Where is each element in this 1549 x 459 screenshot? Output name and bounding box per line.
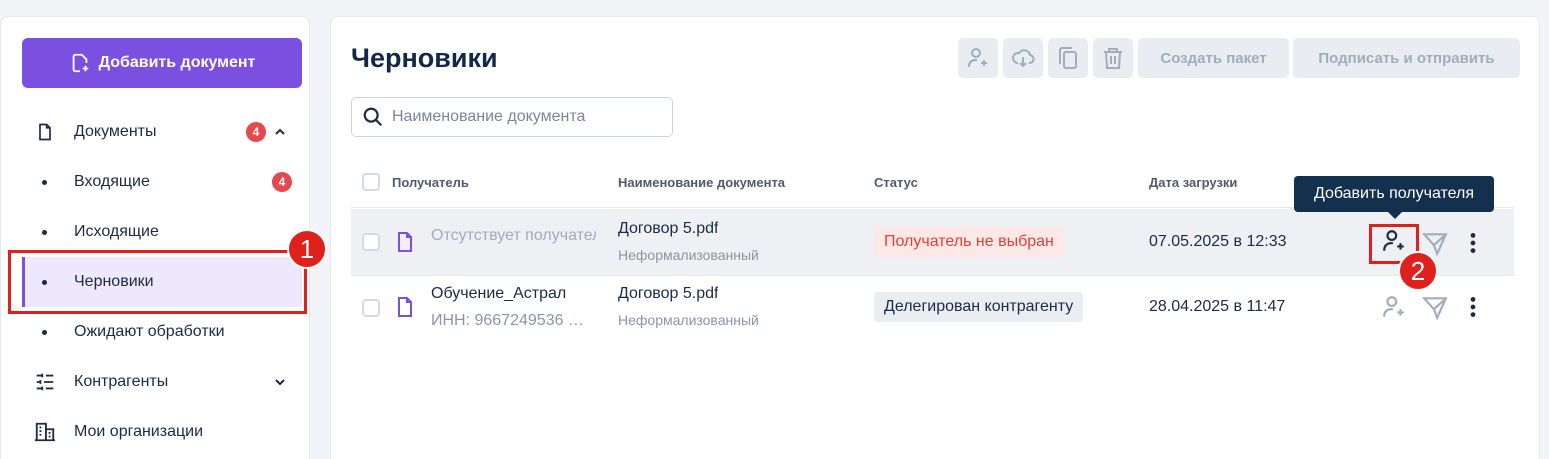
sidebar-item-label: Исходящие — [74, 223, 159, 240]
add-document-button[interactable]: Добавить документ — [22, 38, 302, 88]
page-title: Черновики — [351, 43, 498, 73]
upload-date: 07.05.2025 в 12:33 — [1149, 233, 1287, 250]
document-icon — [34, 121, 56, 143]
search-icon — [363, 107, 383, 127]
document-name[interactable]: Договор 5.pdf — [618, 285, 718, 303]
document-type: Неформализованный — [618, 247, 759, 263]
sidebar-item-label: Контрагенты — [74, 373, 169, 390]
add-recipient-icon — [1383, 296, 1404, 317]
sidebar-item-label: Входящие — [74, 173, 150, 190]
search-input[interactable] — [392, 108, 662, 126]
sidebar: Добавить документ Документы 4 Входящие 4… — [0, 16, 310, 459]
row-checkbox[interactable] — [362, 233, 380, 251]
column-header-document-name[interactable]: Наименование документа — [618, 175, 785, 190]
create-package-button[interactable]: Создать пакет — [1138, 38, 1289, 78]
sidebar-item-label: Ожидают обработки — [74, 323, 225, 340]
recipient-inn: ИНН: 9667249536 … — [431, 312, 584, 329]
more-options-button[interactable] — [1459, 229, 1487, 257]
counterparties-icon — [34, 371, 56, 393]
callout-frame-1 — [8, 250, 307, 314]
add-recipient-icon — [968, 48, 987, 67]
row-checkbox[interactable] — [362, 299, 380, 317]
documents-count-badge: 4 — [246, 122, 266, 142]
column-header-status[interactable]: Статус — [874, 175, 918, 190]
status-badge: Делегирован контрагенту — [874, 292, 1084, 322]
cloud-download-icon — [1012, 49, 1035, 68]
more-vertical-icon — [1470, 297, 1476, 317]
delete-button[interactable] — [1093, 38, 1133, 78]
sign-and-send-button[interactable]: Подписать и отправить — [1293, 38, 1520, 78]
building-icon — [34, 421, 56, 443]
more-options-button[interactable] — [1459, 293, 1487, 321]
bullet — [42, 179, 47, 185]
document-type: Неформализованный — [618, 312, 759, 328]
send-button[interactable] — [1421, 293, 1449, 321]
callout-number-1: 1 — [287, 229, 327, 269]
file-add-icon — [72, 53, 88, 73]
sidebar-item-label: Документы — [74, 123, 157, 140]
chevron-up-icon[interactable] — [274, 126, 286, 138]
sidebar-item-documents[interactable]: Документы 4 — [22, 107, 302, 157]
main-panel: Черновики Создать пакет Подписать и отпр… — [330, 16, 1540, 459]
recipient-name: Отсутствует получатель — [431, 227, 596, 244]
copy-button[interactable] — [1048, 38, 1088, 78]
send-icon — [1422, 297, 1448, 320]
sidebar-item-label: Мои организации — [74, 423, 204, 440]
bullet — [42, 329, 47, 335]
copy-icon — [1059, 47, 1077, 69]
column-header-recipient[interactable]: Получатель — [392, 175, 469, 190]
add-document-label: Добавить документ — [98, 54, 256, 71]
recipient-name: Обучение_Астрал — [431, 285, 567, 302]
tooltip: Добавить получателя — [1294, 176, 1494, 219]
trash-icon — [1104, 48, 1122, 69]
status-badge: Получатель не выбран — [874, 227, 1064, 257]
file-icon — [398, 297, 412, 317]
file-icon — [398, 232, 412, 252]
more-vertical-icon — [1470, 233, 1476, 253]
select-all-checkbox[interactable] — [362, 173, 380, 191]
upload-date: 28.04.2025 в 11:47 — [1149, 298, 1286, 315]
document-name[interactable]: Договор 5.pdf — [618, 220, 718, 238]
add-recipient-button[interactable] — [1380, 293, 1408, 321]
sidebar-item-awaiting[interactable]: Ожидают обработки — [22, 307, 302, 357]
add-recipient-toolbar-button[interactable] — [958, 38, 998, 78]
sidebar-item-incoming[interactable]: Входящие 4 — [22, 157, 302, 207]
chevron-down-icon[interactable] — [274, 376, 286, 388]
bullet — [42, 229, 47, 235]
column-header-upload-date[interactable]: Дата загрузки — [1149, 175, 1237, 190]
callout-number-2: 2 — [1398, 251, 1438, 291]
search-field[interactable] — [351, 97, 673, 137]
sidebar-item-my-organizations[interactable]: Мои организации — [22, 407, 302, 457]
download-button[interactable] — [1003, 38, 1043, 78]
incoming-count-badge: 4 — [272, 172, 292, 192]
sidebar-item-counterparties[interactable]: Контрагенты — [22, 357, 302, 407]
